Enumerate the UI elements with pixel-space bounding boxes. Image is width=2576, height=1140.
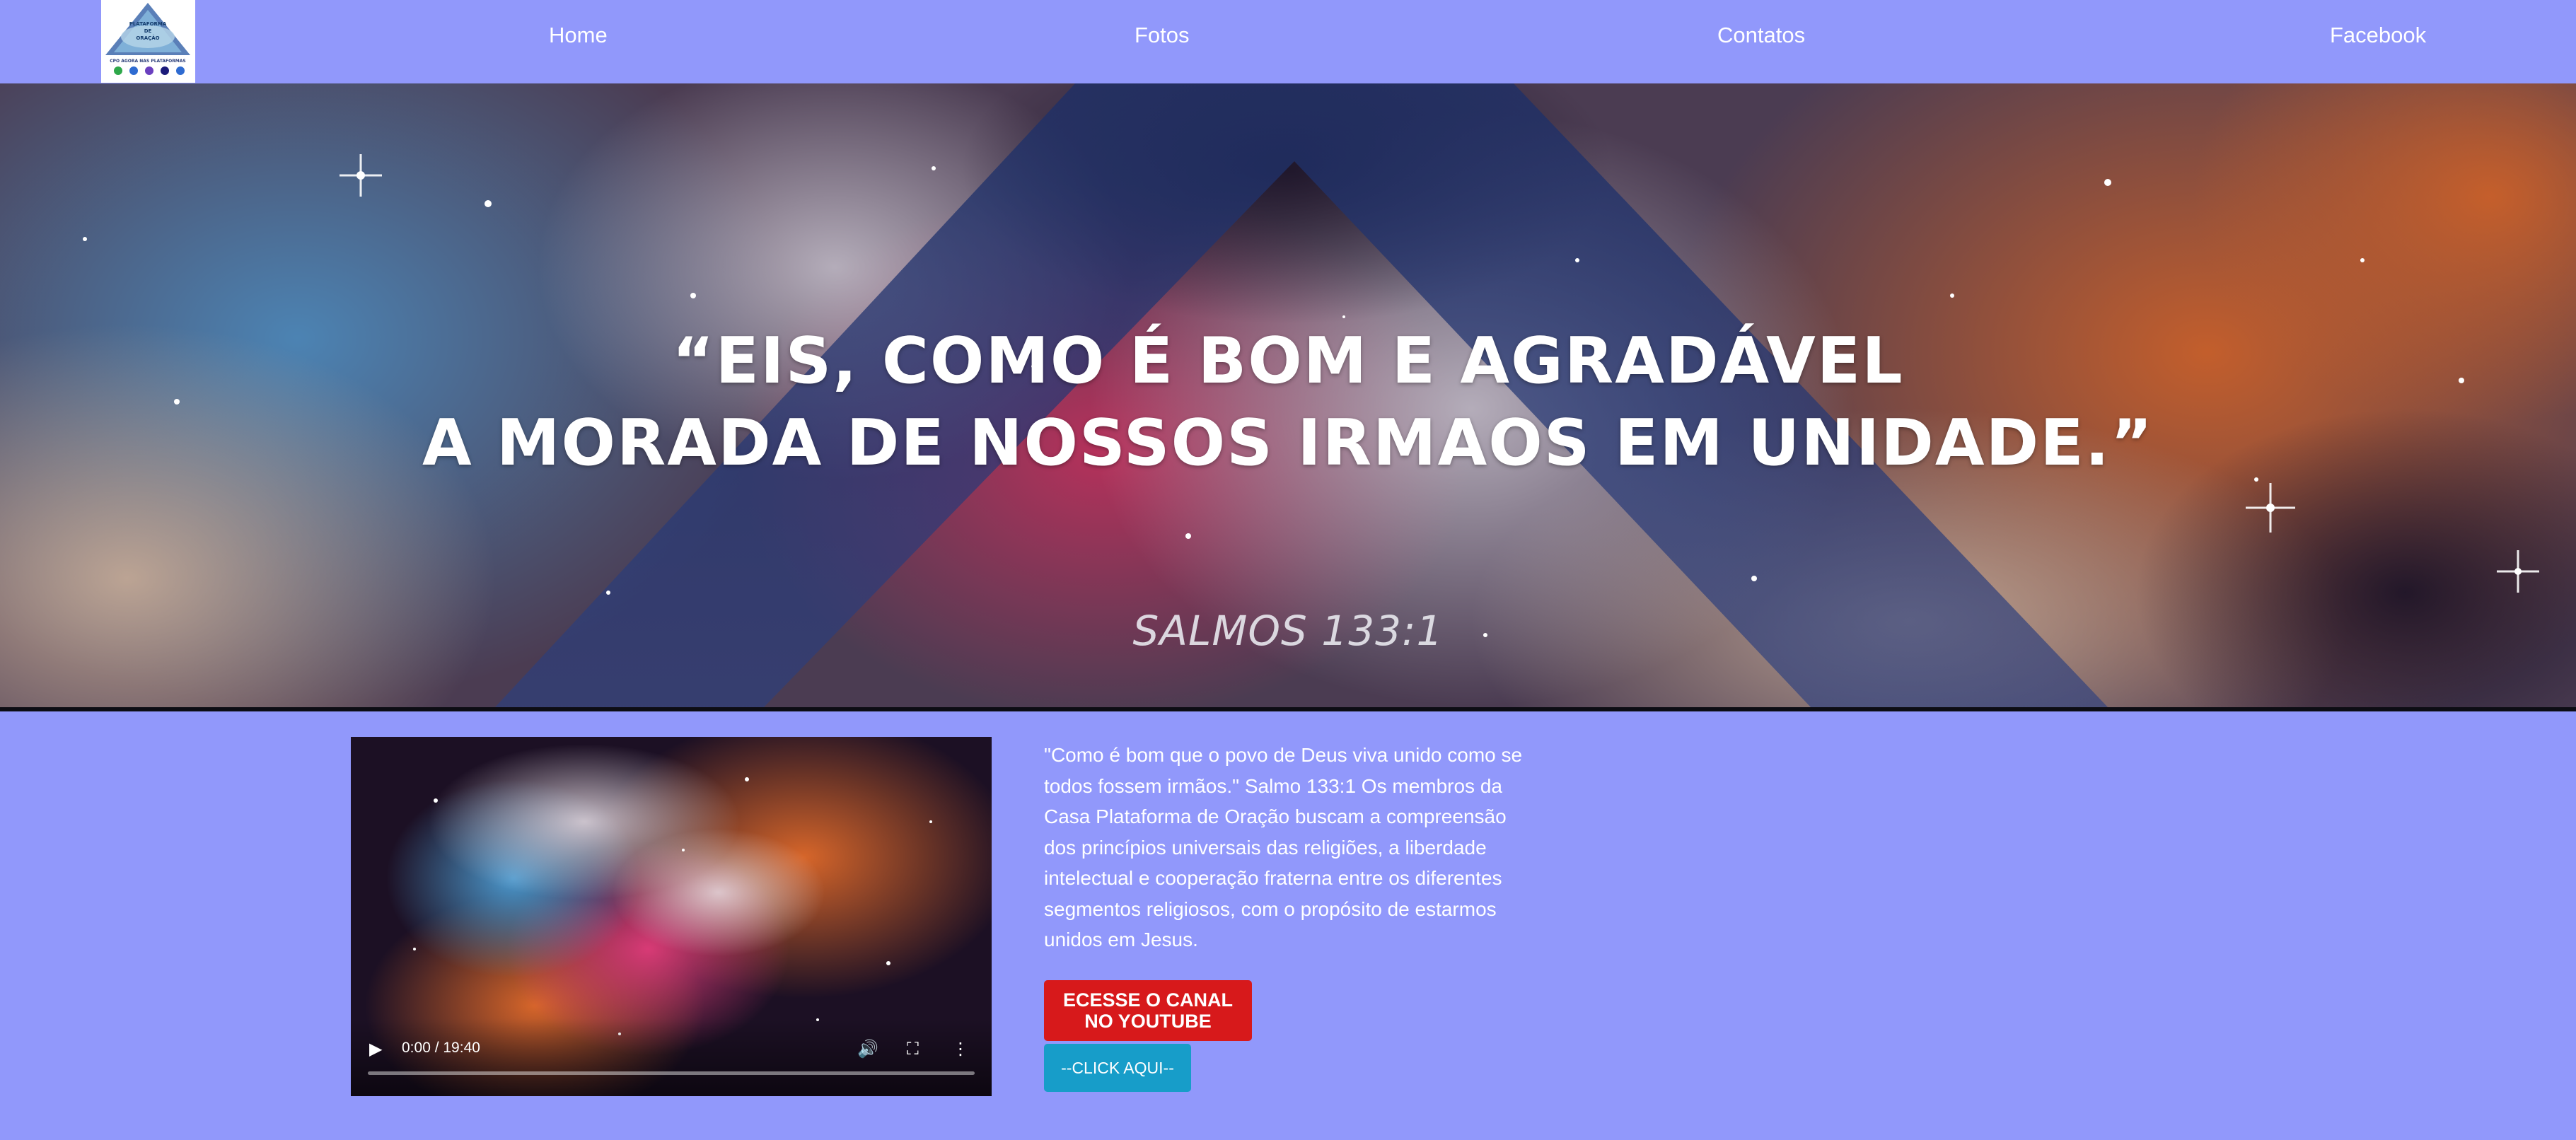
click-here-button[interactable]: --CLICK AQUI-- — [1044, 1044, 1191, 1092]
nav-link-contatos[interactable]: Contatos — [1717, 21, 1805, 50]
logo-title-2: DE — [144, 28, 152, 34]
hero-quote-line-1: “EIS, COMO É BOM E AGRADÁVEL — [672, 324, 1904, 398]
play-icon[interactable]: ▶ — [369, 1038, 382, 1059]
video-progress-bar[interactable] — [368, 1071, 975, 1075]
logo-title-3: ORAÇÃO — [136, 35, 159, 41]
hero-divider — [0, 707, 2576, 711]
top-navbar: PLATAFORMA DE ORAÇÃO CPO AGORA NAS PLATA… — [0, 0, 2576, 83]
youtube-channel-button[interactable]: ECESSE O CANAL NO YOUTUBE — [1044, 980, 1252, 1041]
intro-paragraph: "Como é bom que o povo de Deus viva unid… — [1044, 744, 1523, 950]
site-logo[interactable]: PLATAFORMA DE ORAÇÃO CPO AGORA NAS PLATA… — [101, 0, 195, 83]
video-player[interactable]: ▶ 0:00 / 19:40 🔊 ⛶ ⋮ — [351, 737, 992, 1096]
nav-link-facebook[interactable]: Facebook — [2330, 21, 2426, 50]
nav-link-home[interactable]: Home — [549, 21, 608, 50]
fullscreen-icon[interactable]: ⛶ — [907, 1038, 919, 1059]
video-controls: ▶ 0:00 / 19:40 🔊 ⛶ ⋮ — [351, 1018, 992, 1096]
hero-banner: “EIS, COMO É BOM E AGRADÁVEL A MORADA DE… — [0, 83, 2576, 707]
logo-title-1: PLATAFORMA — [129, 21, 167, 27]
more-options-icon[interactable]: ⋮ — [952, 1038, 969, 1059]
logo-image: PLATAFORMA DE ORAÇÃO CPO AGORA NAS PLATA… — [101, 0, 195, 83]
nav-link-fotos[interactable]: Fotos — [1135, 21, 1190, 50]
hero-quote-line-2: A MORADA DE NOSSOS IRMAOS EM UNIDADE.” — [422, 406, 2154, 480]
video-time: 0:00 / 19:40 — [402, 1040, 480, 1056]
hero-reference: SALMOS 133:1 — [1132, 607, 1444, 655]
volume-icon[interactable]: 🔊 — [857, 1038, 878, 1059]
logo-tagline: CPO AGORA NAS PLATAFORMAS — [110, 59, 186, 64]
